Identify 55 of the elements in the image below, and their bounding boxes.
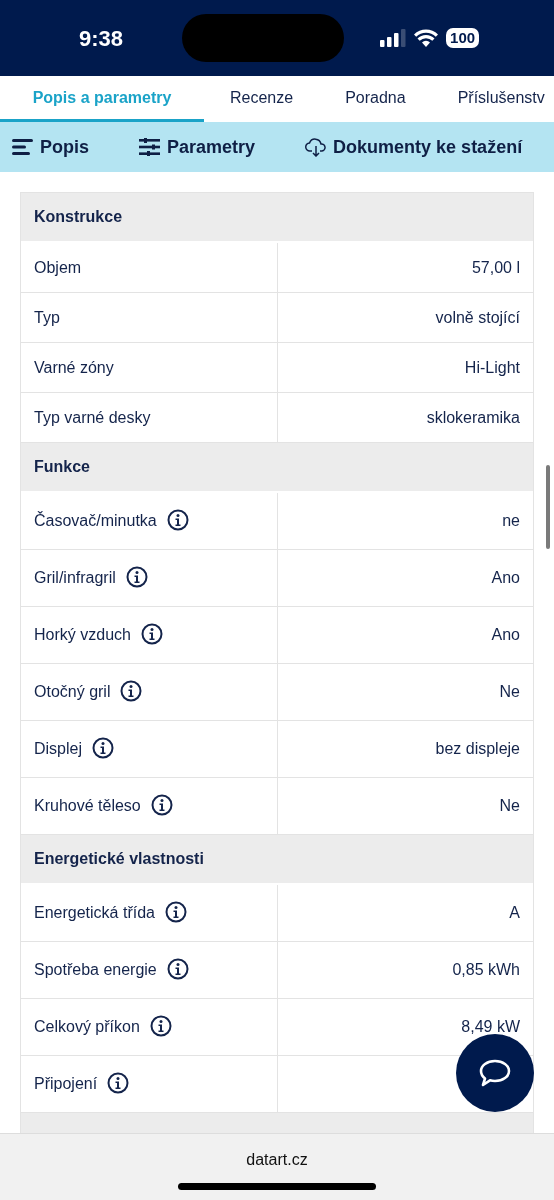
- parameter-label: Varné zóny: [34, 357, 114, 378]
- parameter-label: Časovač/minutka: [34, 510, 157, 531]
- menu-lines-icon: [12, 139, 34, 155]
- section-link[interactable]: Dokumenty ke stažení: [305, 133, 523, 161]
- address-text[interactable]: datart.cz: [246, 1148, 308, 1172]
- info-icon[interactable]: [164, 901, 187, 923]
- parameter-label: Typ varné desky: [34, 407, 151, 428]
- parameter-value: sklokeramika: [426, 409, 520, 426]
- tab[interactable]: Příslušenstv: [457, 76, 545, 122]
- info-icon[interactable]: [166, 509, 189, 531]
- parameter-label: Objem: [34, 257, 82, 278]
- info-icon[interactable]: [120, 680, 143, 702]
- info-icon[interactable]: [150, 794, 173, 816]
- info-icon[interactable]: [166, 958, 189, 980]
- parameter-value: Ne: [499, 683, 520, 700]
- info-icon[interactable]: [140, 623, 163, 645]
- info-icon[interactable]: [107, 1072, 130, 1094]
- signal-icon: [380, 29, 407, 47]
- status-time: 9:38: [79, 24, 124, 53]
- parameter-value: Ano: [491, 626, 520, 643]
- parameter-label: Spotřeba energie: [34, 960, 157, 980]
- cloud-download-icon: [305, 137, 328, 157]
- parameter-label: Otočný gril: [34, 682, 111, 702]
- parameter-label: Kruhové těleso: [34, 796, 141, 816]
- battery-level: 100: [446, 28, 480, 48]
- parameter-value: bez displeje: [435, 740, 520, 757]
- parameter-value: 8,49 kW: [461, 1018, 520, 1035]
- info-icon[interactable]: [92, 737, 114, 759]
- parameter-value: 57,00 l: [471, 259, 520, 276]
- parameter-value: Hi-Light: [464, 359, 520, 376]
- parameter-value: A: [509, 904, 520, 921]
- parameter-label: Energetická třída: [34, 903, 155, 923]
- info-icon[interactable]: [149, 1015, 172, 1037]
- tab[interactable]: Recenze: [230, 76, 294, 122]
- section-link[interactable]: Parametry: [139, 133, 256, 161]
- parameter-value: ne: [502, 512, 520, 529]
- parameter-label: Horký vzduch: [34, 625, 131, 645]
- parameter-label: Celkový příkon: [34, 1017, 140, 1037]
- wifi-icon: [414, 29, 439, 47]
- section-header: Konstrukce: [21, 193, 533, 243]
- parameter-value: 0,85 kWh: [452, 961, 520, 978]
- tab[interactable]: Poradna: [345, 76, 406, 122]
- sliders-icon: [139, 138, 161, 156]
- parameter-value: Ne: [499, 797, 520, 814]
- parameter-label: Gril/infragril: [34, 568, 116, 588]
- section-link[interactable]: Popis: [12, 133, 89, 161]
- parameter-label: Připojení: [34, 1074, 98, 1094]
- section-header: Energetické vlastnosti: [21, 835, 533, 885]
- speech-bubble-icon: [478, 1058, 512, 1088]
- parameter-value: volně stojící: [435, 309, 520, 326]
- section-header: Funkce: [21, 443, 533, 493]
- parameter-label: Typ: [34, 307, 60, 328]
- parameter-value: Ano: [491, 569, 520, 586]
- parameter-label: Displej: [34, 739, 82, 759]
- info-icon[interactable]: [125, 566, 148, 588]
